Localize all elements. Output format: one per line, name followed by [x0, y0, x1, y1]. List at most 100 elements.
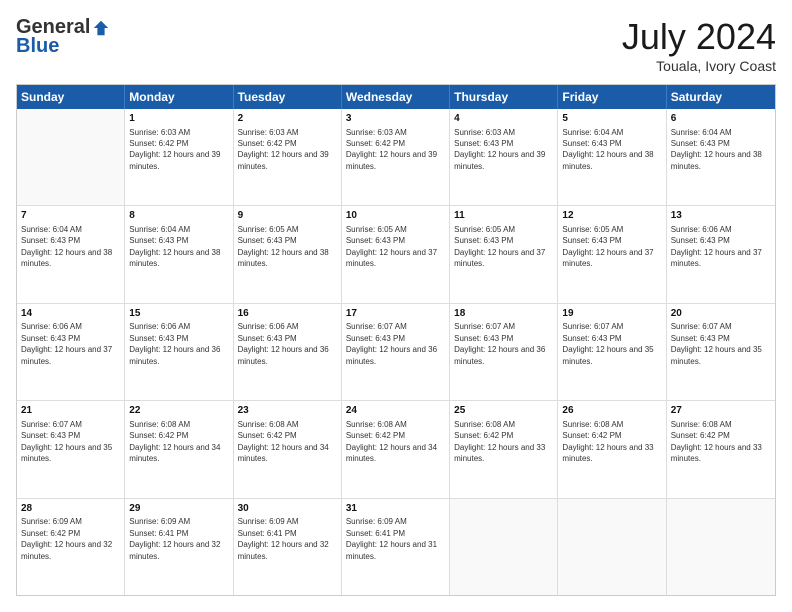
- calendar-cell-3-1: 14Sunrise: 6:06 AMSunset: 6:43 PMDayligh…: [17, 304, 125, 400]
- day-number: 6: [671, 112, 771, 126]
- cell-info: Sunrise: 6:04 AMSunset: 6:43 PMDaylight:…: [21, 225, 112, 268]
- day-number: 24: [346, 404, 445, 418]
- calendar-cell-4-4: 24Sunrise: 6:08 AMSunset: 6:42 PMDayligh…: [342, 401, 450, 497]
- calendar-cell-4-5: 25 Sunrise: 6:08 AMSunset: 6:42 PMDayligh…: [450, 401, 558, 497]
- calendar-cell-1-4: 3 Sunrise: 6:03 AMSunset: 6:42 PMDaylight…: [342, 109, 450, 205]
- day-number: 1: [129, 112, 228, 126]
- day-number: 15: [129, 307, 228, 321]
- day-number: 16: [238, 307, 337, 321]
- calendar-cell-5-7: [667, 499, 775, 595]
- cell-info: Sunrise: 6:04 AMSunset: 6:43 PMDaylight:…: [671, 128, 762, 171]
- day-number: 18: [454, 307, 553, 321]
- day-number: 22: [129, 404, 228, 418]
- calendar-cell-2-5: 11 Sunrise: 6:05 AMSunset: 6:43 PMDayligh…: [450, 206, 558, 302]
- weekday-tuesday: Tuesday: [234, 85, 342, 109]
- weekday-saturday: Saturday: [667, 85, 775, 109]
- day-number: 5: [562, 112, 661, 126]
- weekday-monday: Monday: [125, 85, 233, 109]
- calendar-cell-5-4: 31Sunrise: 6:09 AMSunset: 6:41 PMDayligh…: [342, 499, 450, 595]
- calendar-cell-3-5: 18Sunrise: 6:07 AMSunset: 6:43 PMDayligh…: [450, 304, 558, 400]
- cell-info: Sunrise: 6:06 AMSunset: 6:43 PMDaylight:…: [21, 322, 112, 365]
- cell-info: Sunrise: 6:03 AMSunset: 6:42 PMDaylight:…: [346, 128, 437, 171]
- header: General Blue July 2024 Touala, Ivory Coa…: [16, 16, 776, 74]
- calendar-week-4: 21Sunrise: 6:07 AMSunset: 6:43 PMDayligh…: [17, 401, 775, 498]
- calendar-cell-2-3: 9 Sunrise: 6:05 AMSunset: 6:43 PMDaylight…: [234, 206, 342, 302]
- cell-info: Sunrise: 6:08 AMSunset: 6:42 PMDaylight:…: [238, 420, 329, 463]
- calendar-cell-2-2: 8 Sunrise: 6:04 AMSunset: 6:43 PMDaylight…: [125, 206, 233, 302]
- cell-info: Sunrise: 6:05 AMSunset: 6:43 PMDaylight:…: [238, 225, 329, 268]
- calendar-cell-4-6: 26 Sunrise: 6:08 AMSunset: 6:42 PMDayligh…: [558, 401, 666, 497]
- cell-info: Sunrise: 6:06 AMSunset: 6:43 PMDaylight:…: [238, 322, 329, 365]
- calendar-cell-1-6: 5 Sunrise: 6:04 AMSunset: 6:43 PMDaylight…: [558, 109, 666, 205]
- weekday-friday: Friday: [558, 85, 666, 109]
- calendar-cell-4-3: 23 Sunrise: 6:08 AMSunset: 6:42 PMDayligh…: [234, 401, 342, 497]
- day-number: 25: [454, 404, 553, 418]
- day-number: 17: [346, 307, 445, 321]
- cell-info: Sunrise: 6:06 AMSunset: 6:43 PMDaylight:…: [129, 322, 220, 365]
- day-number: 27: [671, 404, 771, 418]
- calendar: Sunday Monday Tuesday Wednesday Thursday…: [16, 84, 776, 596]
- weekday-wednesday: Wednesday: [342, 85, 450, 109]
- calendar-cell-3-3: 16Sunrise: 6:06 AMSunset: 6:43 PMDayligh…: [234, 304, 342, 400]
- day-number: 8: [129, 209, 228, 223]
- weekday-sunday: Sunday: [17, 85, 125, 109]
- cell-info: Sunrise: 6:05 AMSunset: 6:43 PMDaylight:…: [346, 225, 437, 268]
- cell-info: Sunrise: 6:04 AMSunset: 6:43 PMDaylight:…: [562, 128, 653, 171]
- cell-info: Sunrise: 6:06 AMSunset: 6:43 PMDaylight:…: [671, 225, 762, 268]
- weekday-thursday: Thursday: [450, 85, 558, 109]
- cell-info: Sunrise: 6:08 AMSunset: 6:42 PMDaylight:…: [454, 420, 545, 463]
- day-number: 4: [454, 112, 553, 126]
- calendar-cell-4-2: 22Sunrise: 6:08 AMSunset: 6:42 PMDayligh…: [125, 401, 233, 497]
- calendar-cell-1-7: 6 Sunrise: 6:04 AMSunset: 6:43 PMDaylight…: [667, 109, 775, 205]
- day-number: 31: [346, 502, 445, 516]
- calendar-cell-2-6: 12 Sunrise: 6:05 AMSunset: 6:43 PMDayligh…: [558, 206, 666, 302]
- day-number: 30: [238, 502, 337, 516]
- day-number: 3: [346, 112, 445, 126]
- logo-blue-text: Blue: [16, 35, 59, 58]
- cell-info: Sunrise: 6:09 AMSunset: 6:42 PMDaylight:…: [21, 517, 112, 560]
- calendar-cell-1-5: 4 Sunrise: 6:03 AMSunset: 6:43 PMDaylight…: [450, 109, 558, 205]
- calendar-cell-3-7: 20Sunrise: 6:07 AMSunset: 6:43 PMDayligh…: [667, 304, 775, 400]
- calendar-header: Sunday Monday Tuesday Wednesday Thursday…: [17, 85, 775, 109]
- calendar-cell-5-5: [450, 499, 558, 595]
- calendar-week-1: 1 Sunrise: 6:03 AMSunset: 6:42 PMDaylight…: [17, 109, 775, 206]
- day-number: 9: [238, 209, 337, 223]
- calendar-week-2: 7 Sunrise: 6:04 AMSunset: 6:43 PMDaylight…: [17, 206, 775, 303]
- day-number: 10: [346, 209, 445, 223]
- cell-info: Sunrise: 6:03 AMSunset: 6:43 PMDaylight:…: [454, 128, 545, 171]
- day-number: 21: [21, 404, 120, 418]
- day-number: 12: [562, 209, 661, 223]
- calendar-cell-5-3: 30Sunrise: 6:09 AMSunset: 6:41 PMDayligh…: [234, 499, 342, 595]
- cell-info: Sunrise: 6:07 AMSunset: 6:43 PMDaylight:…: [454, 322, 545, 365]
- calendar-cell-1-2: 1 Sunrise: 6:03 AMSunset: 6:42 PMDaylight…: [125, 109, 233, 205]
- location: Touala, Ivory Coast: [622, 58, 776, 74]
- title-block: July 2024 Touala, Ivory Coast: [622, 16, 776, 74]
- calendar-cell-5-1: 28Sunrise: 6:09 AMSunset: 6:42 PMDayligh…: [17, 499, 125, 595]
- calendar-cell-2-4: 10 Sunrise: 6:05 AMSunset: 6:43 PMDayligh…: [342, 206, 450, 302]
- cell-info: Sunrise: 6:03 AMSunset: 6:42 PMDaylight:…: [129, 128, 220, 171]
- day-number: 11: [454, 209, 553, 223]
- day-number: 26: [562, 404, 661, 418]
- calendar-week-5: 28Sunrise: 6:09 AMSunset: 6:42 PMDayligh…: [17, 499, 775, 595]
- cell-info: Sunrise: 6:05 AMSunset: 6:43 PMDaylight:…: [562, 225, 653, 268]
- calendar-page: General Blue July 2024 Touala, Ivory Coa…: [0, 0, 792, 612]
- day-number: 23: [238, 404, 337, 418]
- calendar-cell-3-6: 19Sunrise: 6:07 AMSunset: 6:43 PMDayligh…: [558, 304, 666, 400]
- logo-icon: [92, 19, 110, 37]
- cell-info: Sunrise: 6:08 AMSunset: 6:42 PMDaylight:…: [562, 420, 653, 463]
- calendar-cell-5-6: [558, 499, 666, 595]
- day-number: 28: [21, 502, 120, 516]
- day-number: 7: [21, 209, 120, 223]
- calendar-cell-2-1: 7 Sunrise: 6:04 AMSunset: 6:43 PMDaylight…: [17, 206, 125, 302]
- cell-info: Sunrise: 6:08 AMSunset: 6:42 PMDaylight:…: [671, 420, 762, 463]
- calendar-cell-4-7: 27 Sunrise: 6:08 AMSunset: 6:42 PMDayligh…: [667, 401, 775, 497]
- cell-info: Sunrise: 6:09 AMSunset: 6:41 PMDaylight:…: [129, 517, 220, 560]
- cell-info: Sunrise: 6:04 AMSunset: 6:43 PMDaylight:…: [129, 225, 220, 268]
- day-number: 2: [238, 112, 337, 126]
- calendar-cell-3-4: 17Sunrise: 6:07 AMSunset: 6:43 PMDayligh…: [342, 304, 450, 400]
- calendar-body: 1 Sunrise: 6:03 AMSunset: 6:42 PMDaylight…: [17, 109, 775, 595]
- cell-info: Sunrise: 6:05 AMSunset: 6:43 PMDaylight:…: [454, 225, 545, 268]
- cell-info: Sunrise: 6:07 AMSunset: 6:43 PMDaylight:…: [671, 322, 762, 365]
- day-number: 29: [129, 502, 228, 516]
- cell-info: Sunrise: 6:09 AMSunset: 6:41 PMDaylight:…: [346, 517, 437, 560]
